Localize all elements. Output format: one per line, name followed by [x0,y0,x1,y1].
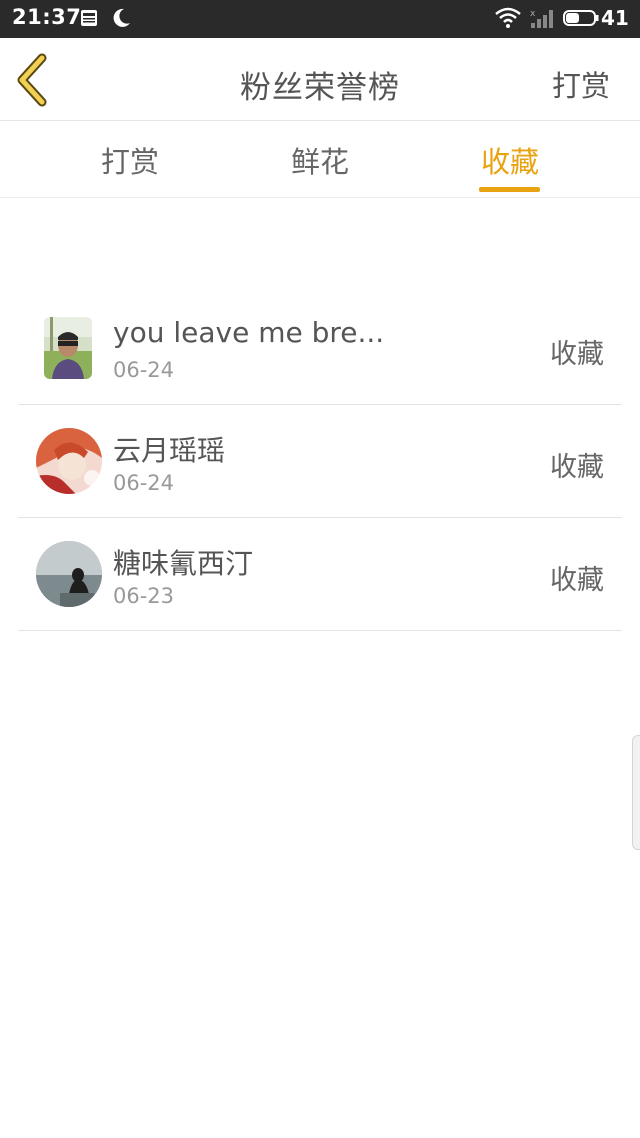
signal-icon: x [530,9,553,28]
svg-text:x: x [530,9,536,19]
battery-level: 41 [601,6,629,30]
avatar [36,428,102,494]
status-bar: 21:37 x 41 [0,0,640,38]
battery-icon [563,10,599,26]
header: 粉丝荣誉榜 打赏 [0,38,640,121]
active-tab-indicator [479,187,540,192]
fan-name: 云月瑶瑶 [113,434,226,467]
list-item[interactable]: 糖味氰西汀 06-23 收藏 [18,518,622,631]
avatar [44,317,92,379]
fan-name: 糖味氰西汀 [113,547,254,580]
moon-icon [113,8,130,27]
fan-type: 收藏 [550,565,604,596]
reward-button[interactable]: 打赏 [552,63,610,105]
scroll-handle[interactable] [632,735,640,850]
list-item[interactable]: you leave me bre... 06-24 收藏 [18,292,622,405]
tab-bar: 打赏 鲜花 收藏 [0,121,640,198]
status-time: 21:37 [12,5,82,29]
list-item[interactable]: 云月瑶瑶 06-24 收藏 [18,405,622,518]
fan-date: 06-23 [113,584,175,608]
fan-type: 收藏 [550,452,604,483]
news-icon [81,10,97,26]
fan-type: 收藏 [550,339,604,370]
wifi-icon [495,7,521,28]
fan-date: 06-24 [113,358,175,382]
fan-name: you leave me bre... [113,316,385,349]
page-title: 粉丝荣誉榜 [240,70,400,106]
tab-favorites[interactable]: 收藏 [440,139,580,181]
tab-flowers[interactable]: 鲜花 [250,139,390,181]
fan-list: you leave me bre... 06-24 收藏 云月瑶瑶 06-24 … [0,292,640,631]
avatar [36,541,102,607]
tab-reward[interactable]: 打赏 [60,139,200,181]
fan-date: 06-24 [113,471,175,495]
